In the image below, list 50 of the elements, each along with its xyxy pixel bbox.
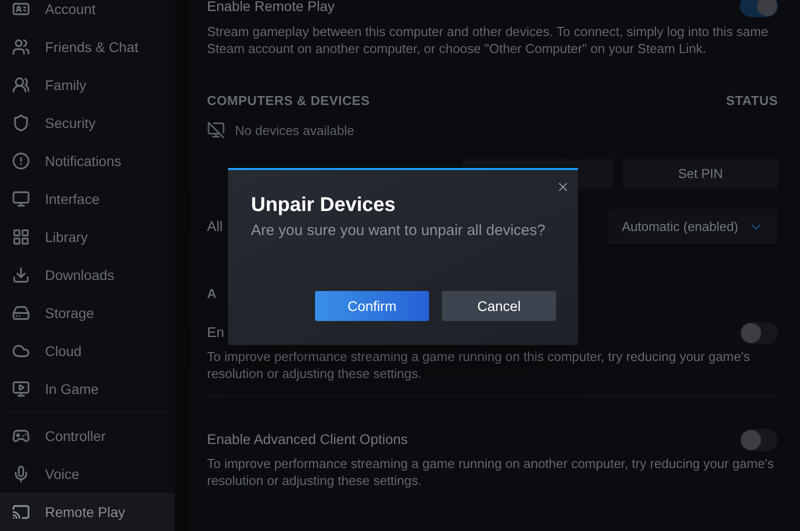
sidebar-item[interactable]: Notifications (0, 142, 175, 180)
sidebar-item[interactable]: Cloud (0, 332, 175, 370)
sidebar-item[interactable]: Controller (0, 417, 175, 455)
dialog-title: Unpair Devices (251, 193, 397, 218)
cast-icon (12, 503, 30, 521)
setting-label: En (207, 323, 224, 342)
cloud-icon (12, 342, 30, 360)
set-pin-button[interactable]: Set PIN (623, 159, 778, 189)
dialog-message: Are you sure you want to unpair all devices? (251, 221, 546, 241)
setting-label: All (207, 217, 223, 236)
sidebar-item[interactable]: Remote Play (0, 493, 175, 531)
gamepad-icon (12, 427, 30, 445)
toggle-switch[interactable] (740, 0, 778, 17)
setting-description: To improve performance streaming a game running on another computer, try reducing your game's resolution or adjusting these settings. (207, 454, 775, 488)
toggle-switch[interactable] (740, 322, 778, 344)
sidebar-item[interactable]: Security (0, 104, 175, 142)
people-icon (12, 38, 30, 56)
shield-icon (12, 114, 30, 132)
setting-label: Enable Advanced Client Options (207, 430, 408, 449)
setting-description: Stream gameplay between this computer and other devices. To connect, simply log into this same Steam account on another computer, or choose "Other Computer" on your Steam Link. (207, 23, 770, 57)
microphone-icon (12, 465, 30, 483)
download-icon (12, 266, 30, 284)
setting-label: Enable Remote Play (207, 0, 335, 16)
sidebar-item[interactable]: Voice (0, 455, 175, 493)
no-device-icon (207, 121, 225, 140)
setting-description: To improve performance streaming a game running on this computer, try reducing your game's resolution or adjusting these settings. (207, 348, 751, 382)
sidebar-item[interactable]: Downloads (0, 256, 175, 294)
group-icon (12, 76, 30, 94)
sidebar-item[interactable]: Library (0, 218, 175, 256)
drive-icon (12, 304, 30, 322)
id-card-icon (12, 0, 30, 18)
confirm-button[interactable]: Confirm (315, 291, 429, 321)
empty-message: No devices available (235, 122, 354, 140)
sidebar-item[interactable]: Friends & Chat (0, 28, 175, 66)
alert-icon (12, 152, 30, 170)
toggle-switch[interactable] (740, 428, 778, 450)
sidebar-item[interactable]: Account (0, 0, 175, 28)
close-icon[interactable] (556, 180, 570, 194)
sidebar-item[interactable]: In Game (0, 370, 175, 408)
monitor-play-icon (12, 380, 30, 398)
cancel-button[interactable]: Cancel (442, 291, 556, 321)
sidebar-item[interactable]: Storage (0, 294, 175, 332)
column-header: STATUS (726, 92, 778, 110)
sidebar-item[interactable]: Family (0, 66, 175, 104)
section-header: COMPUTERS & DEVICES (207, 92, 370, 110)
dropdown[interactable]: Automatic (enabled) (608, 209, 778, 244)
grid-icon (12, 228, 30, 246)
sidebar-item[interactable]: Interface (0, 180, 175, 218)
monitor-icon (12, 190, 30, 208)
section-header: A (207, 285, 218, 303)
